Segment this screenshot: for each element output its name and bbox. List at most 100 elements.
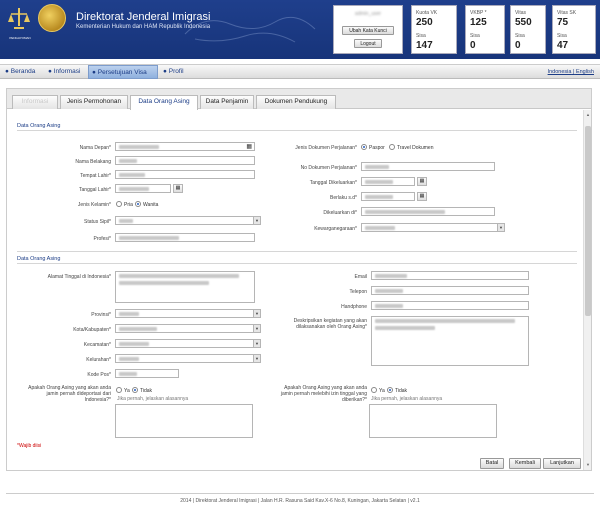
input-tanggal-dikeluarkan[interactable] — [361, 177, 415, 186]
pengayoman-logo — [8, 8, 30, 29]
calendar-icon[interactable]: ▦ — [417, 192, 427, 201]
input-nama-belakang[interactable] — [115, 156, 255, 165]
label-kelurahan: Kelurahan* — [86, 357, 111, 363]
main-nav: ● Beranda ● Informasi ● Persetujuan Visa… — [0, 64, 600, 79]
radio-overstay-tidak[interactable] — [387, 387, 393, 393]
label-handphone: Handphone — [341, 304, 367, 310]
radio-travel-dokumen[interactable] — [389, 144, 395, 150]
input-handphone[interactable] — [371, 301, 529, 310]
divider — [17, 130, 577, 131]
radio-overstay-ya[interactable] — [371, 387, 377, 393]
nav-informasi[interactable]: ● Informasi — [45, 65, 83, 79]
chevron-down-icon: ▼ — [497, 224, 504, 231]
stat-label: Sisa — [416, 33, 426, 39]
label-kota: Kota/Kabupaten* — [73, 327, 111, 333]
input-berlaku-sd[interactable] — [361, 192, 415, 201]
select-provinsi[interactable]: ▼ — [115, 309, 261, 318]
stat-label: VKBP * — [470, 10, 487, 16]
select-kelurahan[interactable]: ▼ — [115, 354, 261, 363]
stat-label: Vitas SK — [557, 10, 577, 16]
chevron-down-icon: ▼ — [253, 325, 260, 332]
input-nama-depan[interactable]: ▦ — [115, 142, 255, 151]
radio-label-pria: Pria — [124, 202, 133, 208]
stat-kuota-vk: Kuota VK 250 Sisa 147 — [411, 5, 457, 54]
nav-persetujuan-visa[interactable]: ● Persetujuan Visa — [88, 65, 158, 79]
stat-value: 47 — [557, 40, 569, 51]
lang-english-link[interactable]: English — [576, 69, 594, 75]
radio-deportasi-tidak[interactable] — [132, 387, 138, 393]
divider — [17, 251, 577, 252]
next-button[interactable]: Lanjutkan — [543, 458, 581, 469]
label-kegiatan: Deskripsikan kegiatan yang akan dilaksan… — [293, 318, 367, 330]
label-nama-belakang: Nama Belakang — [75, 159, 111, 165]
scroll-up-icon[interactable]: ▲ — [585, 112, 591, 117]
radio-wanita[interactable] — [135, 201, 141, 207]
scroll-down-icon[interactable]: ▼ — [585, 462, 591, 467]
stat-value: 147 — [416, 40, 433, 51]
app-header: PENGAYOMAN Direktorat Jenderal Imigrasi … — [0, 0, 600, 59]
back-button[interactable]: Kembali — [509, 458, 541, 469]
nav-label: Profil — [168, 68, 184, 75]
chevron-down-icon: ▼ — [253, 340, 260, 347]
input-telepon[interactable] — [371, 286, 529, 295]
section-title: Data Orang Asing — [17, 123, 61, 129]
label-jenis-dokumen: Jenis Dokumen Perjalanan* — [295, 145, 357, 151]
reset-button[interactable]: Batal — [480, 458, 504, 469]
select-kecamatan[interactable]: ▼ — [115, 339, 261, 348]
stat-value: 0 — [470, 40, 476, 51]
label-no-dokumen: No Dokumen Perjalanan* — [300, 165, 357, 171]
change-password-button[interactable]: Ubah Kata Kunci — [342, 26, 394, 35]
imigrasi-emblem — [38, 4, 66, 32]
form-scrollbar[interactable]: ▲ ▼ — [583, 110, 591, 470]
radio-label-travel-dokumen: Travel Dokumen — [397, 145, 434, 151]
calendar-icon[interactable]: ▦ — [173, 184, 183, 193]
select-kota[interactable]: ▼ — [115, 324, 261, 333]
tab-data-penjamin[interactable]: Data Penjamin — [200, 95, 254, 109]
label-alamat: Alamat Tinggal di Indonesia* — [47, 274, 111, 280]
label-question-overstay: Apakah Orang Asing yang akan anda jamin … — [280, 385, 367, 403]
tab-jenis-permohonan[interactable]: Jenis Permohonan — [60, 95, 128, 109]
input-profesi[interactable] — [115, 233, 255, 242]
radio-paspor[interactable] — [361, 144, 367, 150]
input-tanggal-lahir[interactable] — [115, 184, 171, 193]
section-title: Data Orang Asing — [17, 256, 61, 262]
chevron-down-icon: ▼ — [253, 217, 260, 224]
input-tempat-lahir[interactable] — [115, 170, 255, 179]
calendar-icon[interactable]: ▦ — [417, 177, 427, 186]
lang-indonesia-link[interactable]: Indonesia — [548, 69, 572, 75]
input-no-dokumen[interactable] — [361, 162, 495, 171]
required-note: *Wajib diisi — [17, 443, 42, 449]
tab-data-orang-asing[interactable]: Data Orang Asing — [130, 95, 198, 110]
tab-informasi[interactable]: Informasi — [12, 95, 58, 109]
explain-overstay-hint: Jika pernah, jelaskan alasannya — [371, 396, 443, 402]
logo-caption: PENGAYOMAN — [9, 36, 31, 40]
stat-vkbp: VKBP * 125 Sisa 0 — [465, 5, 505, 54]
divider — [17, 263, 577, 264]
nav-label: Beranda — [10, 68, 36, 75]
user-name: admin_user — [354, 11, 382, 17]
textarea-kegiatan[interactable] — [371, 316, 529, 366]
calendar-icon[interactable]: ▦ — [246, 143, 252, 150]
tab-dokumen-pendukung[interactable]: Dokumen Pendukung — [256, 95, 336, 109]
textarea-deportasi-explain[interactable] — [115, 404, 253, 438]
logout-button[interactable]: Logout — [354, 39, 382, 48]
scrollbar-thumb[interactable] — [585, 126, 591, 316]
stat-value: 125 — [470, 17, 487, 28]
input-kode-pos[interactable] — [115, 369, 179, 378]
input-dikeluarkan-di[interactable] — [361, 207, 495, 216]
select-kewarganegaraan[interactable]: ▼ — [361, 223, 505, 232]
textarea-alamat[interactable] — [115, 271, 255, 303]
textarea-overstay-explain[interactable] — [369, 404, 497, 438]
label-tanggal-lahir: Tanggal Lahir* — [79, 187, 111, 193]
nav-beranda[interactable]: ● Beranda — [2, 65, 38, 79]
label-telepon: Telepon — [349, 289, 367, 295]
chevron-down-icon: ▼ — [253, 355, 260, 362]
chevron-down-icon: ▼ — [253, 310, 260, 317]
input-email[interactable] — [371, 271, 529, 280]
label-berlaku-sd: Berlaku s.d* — [330, 195, 357, 201]
nav-profil[interactable]: ● Profil — [160, 65, 187, 79]
explain-deportasi-hint: Jika pernah, jelaskan alasannya — [117, 396, 189, 402]
radio-pria[interactable] — [116, 201, 122, 207]
select-status-sipil[interactable]: ▼ — [115, 216, 261, 225]
radio-deportasi-ya[interactable] — [116, 387, 122, 393]
